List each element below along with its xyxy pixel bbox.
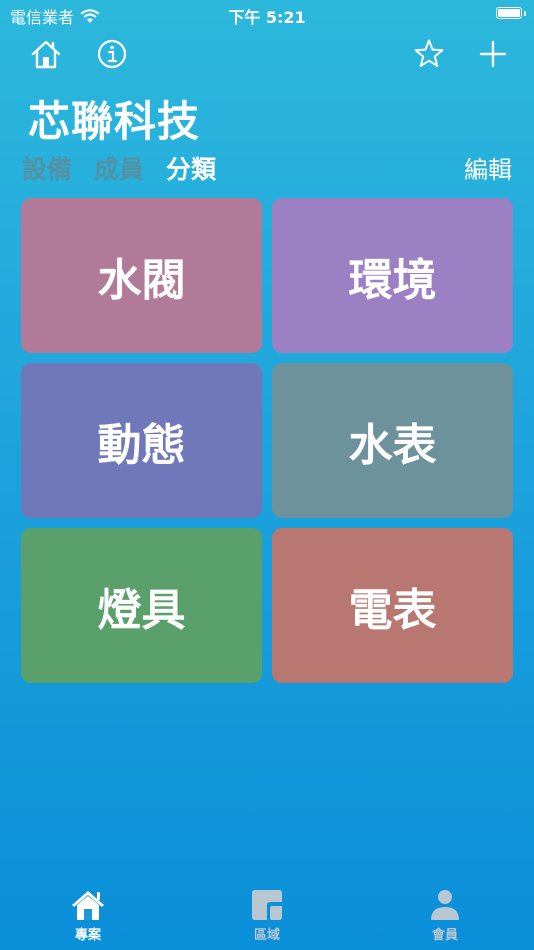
category-tile-lights[interactable]: 燈具 (21, 528, 262, 683)
info-icon (97, 39, 127, 69)
tab-areas[interactable]: 區域 (227, 888, 307, 943)
home-icon (31, 40, 61, 69)
edit-button[interactable]: 編輯 (464, 150, 512, 185)
info-button[interactable] (92, 34, 132, 74)
segment-control: 設備 成員 分類 (22, 150, 216, 186)
area-icon (252, 890, 282, 920)
category-tile-motion[interactable]: 動態 (21, 363, 262, 518)
person-icon (431, 890, 459, 920)
plus-icon (479, 40, 507, 68)
category-tile-water-meter[interactable]: 水表 (272, 363, 513, 518)
favorite-button[interactable] (409, 34, 449, 74)
tab-label: 會員 (431, 928, 458, 943)
tab-label: 區域 (253, 928, 280, 943)
category-grid: 水閥 環境 動態 水表 燈具 電表 (21, 198, 513, 683)
tab-label: 專案 (74, 928, 101, 943)
tab-members[interactable]: 會員 (405, 888, 485, 943)
segment-devices[interactable]: 設備 (22, 150, 72, 186)
tab-bar: 專案 區域 會員 (0, 888, 534, 950)
page-title: 芯聯科技 (28, 97, 201, 146)
star-icon (414, 39, 444, 67)
category-tile-environment[interactable]: 環境 (272, 198, 513, 353)
tab-projects[interactable]: 專案 (48, 888, 128, 943)
status-bar: 電信業者 下午 5:21 (0, 0, 534, 28)
add-button[interactable] (473, 34, 513, 74)
category-tile-water-valve[interactable]: 水閥 (21, 198, 262, 353)
segment-members[interactable]: 成員 (94, 150, 144, 186)
home-icon (72, 891, 104, 920)
home-button[interactable] (26, 34, 66, 74)
status-time: 下午 5:21 (228, 8, 306, 27)
category-tile-electric-meter[interactable]: 電表 (272, 528, 513, 683)
segment-categories[interactable]: 分類 (166, 150, 216, 186)
battery-icon (496, 7, 522, 19)
